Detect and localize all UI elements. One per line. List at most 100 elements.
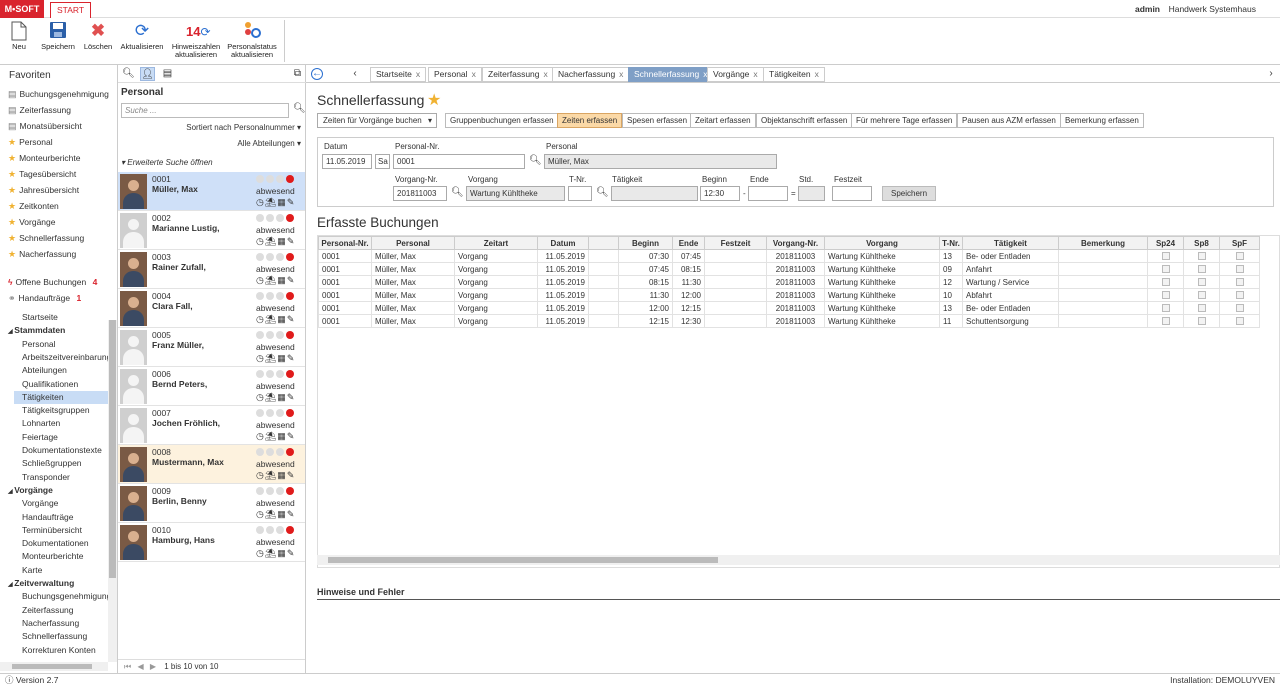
tab-item[interactable]: Tätigkeiten x (763, 67, 825, 82)
tab-item[interactable]: Startseite x (370, 67, 427, 82)
checkbox[interactable] (1161, 304, 1170, 313)
clock-icon[interactable]: ◷ (256, 197, 265, 207)
tree-item[interactable]: Monteurberichte (14, 550, 108, 563)
first-page-icon[interactable]: ⏮ (124, 662, 131, 671)
advanced-search-toggle[interactable]: ▾ Erweiterte Suche öffnen (121, 158, 213, 167)
new-button[interactable]: Neu (6, 21, 32, 51)
manual-orders-link[interactable]: ⚭ Handaufträge 1 (8, 292, 81, 305)
edit-icon[interactable]: ✎ (287, 314, 296, 324)
tree-item[interactable]: Handaufträge (14, 511, 108, 524)
search-icon[interactable]: 🔍︎ (451, 187, 464, 198)
column-header[interactable]: Festzeit (704, 236, 767, 250)
calendar-icon[interactable]: ▦ (277, 236, 287, 246)
tree-group[interactable]: ◢ Vorgänge (8, 484, 108, 497)
user-name[interactable]: admin (1135, 4, 1160, 14)
personnel-row[interactable]: 0008 Mustermann, Max abwesend ◷⛱▦✎ (118, 445, 305, 484)
vacation-icon[interactable]: ⛱ (265, 392, 277, 402)
action-button[interactable]: Zeitart erfassen (690, 113, 756, 128)
personnel-row[interactable]: 0009 Berlin, Benny abwesend ◷⛱▦✎ (118, 484, 305, 523)
close-icon[interactable]: x (815, 69, 819, 79)
search-icon[interactable]: 🔍︎ (293, 103, 306, 114)
personnel-row[interactable]: 0004 Clara Fall, abwesend ◷⛱▦✎ (118, 289, 305, 328)
delete-button[interactable]: ✖ Löschen (83, 21, 113, 51)
vacation-icon[interactable]: ⛱ (265, 314, 277, 324)
checkbox[interactable] (1197, 291, 1206, 300)
back-icon[interactable]: ← (311, 68, 323, 80)
vacation-icon[interactable]: ⛱ (265, 470, 277, 480)
tree-item[interactable]: Startseite (14, 311, 108, 324)
checkbox[interactable] (1161, 317, 1170, 326)
calendar-icon[interactable]: ▦ (277, 431, 287, 441)
column-header[interactable]: Tätigkeit (962, 236, 1059, 250)
tree-item[interactable]: Buchungsgenehmigung (14, 590, 111, 603)
clock-icon[interactable]: ◷ (256, 353, 265, 363)
sort-select[interactable]: Sortiert nach Personalnummer ▾ (186, 123, 301, 132)
checkbox[interactable] (1197, 252, 1206, 261)
favorite-item[interactable]: ★ Jahresübersicht (8, 184, 79, 197)
checkbox[interactable] (1197, 265, 1206, 274)
calendar-icon[interactable]: ▦ (277, 392, 287, 402)
tree-item[interactable]: Lohnarten (14, 417, 108, 430)
column-header[interactable]: Vorgang-Nr. (766, 236, 825, 250)
tab-item[interactable]: Personal x (428, 67, 482, 82)
clock-icon[interactable]: ◷ (256, 314, 265, 324)
tab-scroll-left-icon[interactable]: ‹ (348, 67, 362, 81)
personnel-number-input[interactable]: 0001 (393, 154, 525, 169)
vacation-icon[interactable]: ⛱ (265, 236, 277, 246)
tree-item[interactable]: Transponder (14, 471, 108, 484)
edit-icon[interactable]: ✎ (287, 353, 296, 363)
action-button[interactable]: Objektanschrift erfassen (756, 113, 853, 128)
hints-refresh-button[interactable]: 14⟳ Hinweiszahlen aktualisieren (170, 21, 222, 59)
tree-item[interactable]: Schnellerfassung (14, 630, 108, 643)
table-row[interactable]: 0001 Müller, Max Vorgang 11.05.2019 08:15 11:… (318, 275, 1260, 289)
calendar-icon[interactable]: ▦ (277, 509, 287, 519)
checkbox[interactable] (1235, 317, 1244, 326)
action-button[interactable]: Gruppenbuchungen erfassen (445, 113, 559, 128)
clock-icon[interactable]: ◷ (256, 548, 265, 558)
action-button[interactable]: Spesen erfassen (622, 113, 693, 128)
action-button[interactable]: Bemerkung erfassen (1060, 113, 1144, 128)
tree-item[interactable]: Personal (14, 338, 108, 351)
calendar-icon[interactable]: ▦ (277, 548, 287, 558)
column-header[interactable]: Personal-Nr. (318, 236, 372, 250)
tree-item[interactable]: Nacherfassung (14, 617, 108, 630)
favorite-item[interactable]: ★ Nacherfassung (8, 248, 76, 261)
column-header[interactable]: Sp24 (1147, 236, 1184, 250)
tree-item[interactable]: Abteilungen (14, 364, 108, 377)
tree-item[interactable]: Arbeitszeitvereinbarungen (14, 351, 117, 364)
action-button[interactable]: Für mehrere Tage erfassen (851, 113, 958, 128)
booking-mode-select[interactable]: Zeiten für Vorgänge buchen ▾ (317, 113, 437, 128)
search-icon[interactable]: 🔍︎ (529, 155, 542, 166)
checkbox[interactable] (1161, 278, 1170, 287)
refresh-button[interactable]: ⟳ Aktualisieren (120, 21, 164, 51)
personnel-status-refresh-button[interactable]: Personalstatus aktualisieren (226, 21, 278, 59)
activity-number-input[interactable] (568, 186, 592, 201)
vacation-icon[interactable]: ⛱ (265, 353, 277, 363)
order-number-input[interactable]: 201811003 (393, 186, 447, 201)
left-nav-hscroll-thumb[interactable] (12, 664, 92, 669)
checkbox[interactable] (1235, 304, 1244, 313)
popout-icon[interactable]: ⧉ (290, 67, 305, 81)
tree-item[interactable]: Karte (14, 564, 108, 577)
favorite-item[interactable]: ★ Personal (8, 136, 53, 149)
checkbox[interactable] (1197, 317, 1206, 326)
tree-item[interactable]: Dokumentationstexte (14, 444, 108, 457)
favorite-star-icon[interactable]: ★ (427, 90, 441, 110)
tab-item[interactable]: Zeiterfassung x (482, 67, 554, 82)
close-icon[interactable]: x (753, 69, 757, 79)
vacation-icon[interactable]: ⛱ (265, 431, 277, 441)
favorite-item[interactable]: ★ Monteurberichte (8, 152, 81, 165)
column-header[interactable]: Datum (537, 236, 589, 250)
table-row[interactable]: 0001 Müller, Max Vorgang 11.05.2019 07:45 08:… (318, 262, 1260, 276)
vacation-icon[interactable]: ⛱ (265, 275, 277, 285)
table-row[interactable]: 0001 Müller, Max Vorgang 11.05.2019 07:30 07:… (318, 249, 1260, 263)
tree-item[interactable]: Korrekturen Konten (14, 644, 108, 657)
column-header[interactable]: Beginn (618, 236, 673, 250)
start-time-input[interactable]: 12:30 (700, 186, 740, 201)
clock-icon[interactable]: ◷ (256, 392, 265, 402)
person-icon[interactable]: 👤︎ (140, 67, 155, 81)
tree-item[interactable]: Tätigkeiten (14, 390, 108, 404)
column-header[interactable]: SpF (1219, 236, 1260, 250)
checkbox[interactable] (1235, 291, 1244, 300)
edit-icon[interactable]: ✎ (287, 431, 296, 441)
